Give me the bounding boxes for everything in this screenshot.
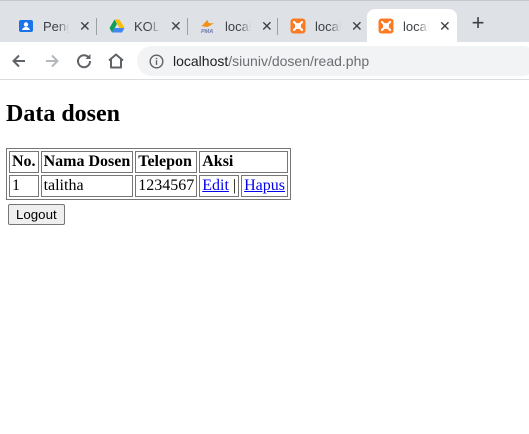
url-text: localhost/siuniv/dosen/read.php bbox=[173, 53, 369, 69]
close-icon[interactable]: ✕ bbox=[439, 19, 451, 33]
header-telepon: Telepon bbox=[135, 151, 198, 173]
cell-no: 1 bbox=[9, 175, 39, 197]
cell-hapus: Hapus bbox=[241, 175, 288, 197]
tab-2[interactable]: KOLA ✕ bbox=[91, 9, 187, 43]
cell-nama: talitha bbox=[40, 175, 134, 197]
back-arrow-icon[interactable] bbox=[9, 51, 29, 71]
tab-3[interactable]: PMA local ✕ bbox=[182, 9, 278, 43]
tab-title: KOLA bbox=[134, 18, 160, 34]
page-title: Data dosen bbox=[6, 101, 121, 127]
close-icon[interactable]: ✕ bbox=[79, 19, 91, 33]
cell-telepon: 1234567 bbox=[135, 175, 198, 197]
tab-4[interactable]: local ✕ bbox=[272, 9, 368, 43]
browser-toolbar: localhost/siuniv/dosen/read.php bbox=[0, 42, 529, 80]
table-row: 1 talitha 1234567 Edit | Hapus bbox=[9, 175, 288, 197]
tab-title: local bbox=[403, 18, 429, 34]
action-separator: | bbox=[232, 177, 237, 194]
url-host: localhost bbox=[173, 53, 229, 69]
phpmyadmin-icon: PMA bbox=[200, 18, 216, 35]
google-drive-icon bbox=[109, 18, 125, 34]
tab-title: Peng bbox=[43, 18, 69, 34]
tab-title: local bbox=[315, 18, 341, 34]
header-aksi: Aksi bbox=[199, 151, 288, 173]
table-header-row: No. Nama Dosen Telepon Aksi bbox=[9, 151, 288, 173]
page-content: Data dosen No. Nama Dosen Telepon Aksi 1… bbox=[0, 100, 529, 225]
hapus-link[interactable]: Hapus bbox=[244, 177, 285, 194]
xampp-icon bbox=[290, 18, 306, 34]
close-icon[interactable]: ✕ bbox=[261, 19, 273, 33]
xampp-icon bbox=[378, 18, 394, 34]
tab-strip: Peng ✕ KOLA ✕ PMA local ✕ local ✕ local … bbox=[0, 0, 529, 43]
header-no: No. bbox=[9, 151, 39, 173]
info-icon[interactable] bbox=[149, 53, 164, 69]
close-icon[interactable]: ✕ bbox=[170, 19, 182, 33]
svg-text:PMA: PMA bbox=[201, 29, 213, 34]
home-icon[interactable] bbox=[106, 51, 126, 71]
tab-1[interactable]: Peng ✕ bbox=[0, 9, 96, 43]
contact-card-icon bbox=[18, 18, 34, 34]
logout-button[interactable]: Logout bbox=[8, 204, 65, 225]
edit-link[interactable]: Edit bbox=[202, 177, 229, 194]
tab-5-active[interactable]: local ✕ bbox=[367, 9, 457, 43]
tab-title: local bbox=[225, 18, 251, 34]
dosen-table: No. Nama Dosen Telepon Aksi 1 talitha 12… bbox=[6, 148, 291, 200]
reload-icon[interactable] bbox=[74, 51, 94, 71]
forward-arrow-icon[interactable] bbox=[42, 51, 62, 71]
close-icon[interactable]: ✕ bbox=[351, 19, 363, 33]
cell-edit: Edit | bbox=[199, 175, 240, 197]
header-nama-dosen: Nama Dosen bbox=[40, 151, 134, 173]
address-bar[interactable]: localhost/siuniv/dosen/read.php bbox=[137, 46, 529, 76]
url-path: /siuniv/dosen/read.php bbox=[228, 53, 370, 69]
new-tab-button[interactable]: + bbox=[470, 12, 486, 34]
